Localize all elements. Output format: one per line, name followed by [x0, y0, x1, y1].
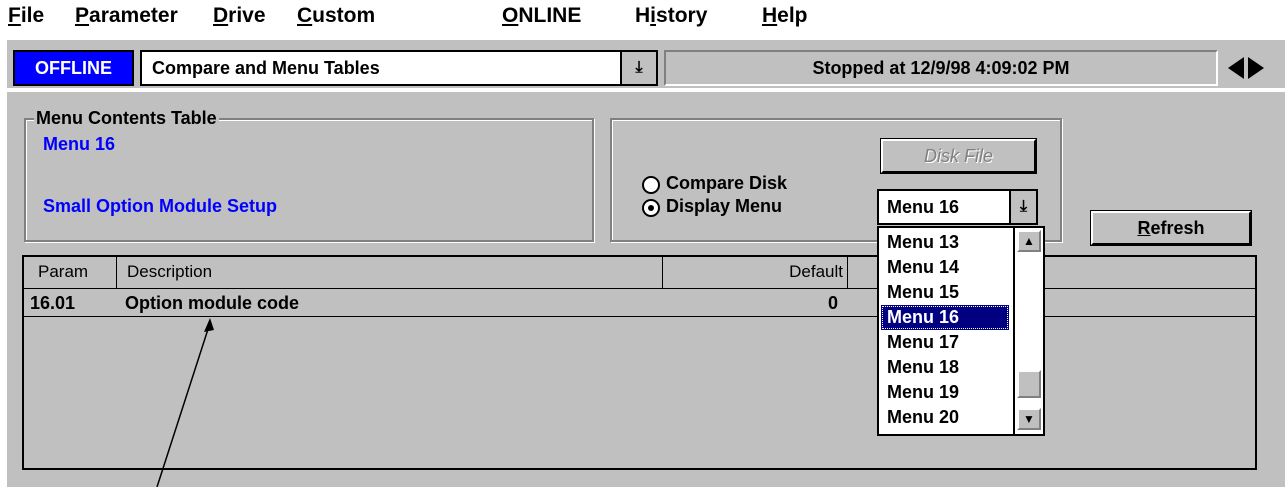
annotation-pointer: [156, 318, 214, 487]
